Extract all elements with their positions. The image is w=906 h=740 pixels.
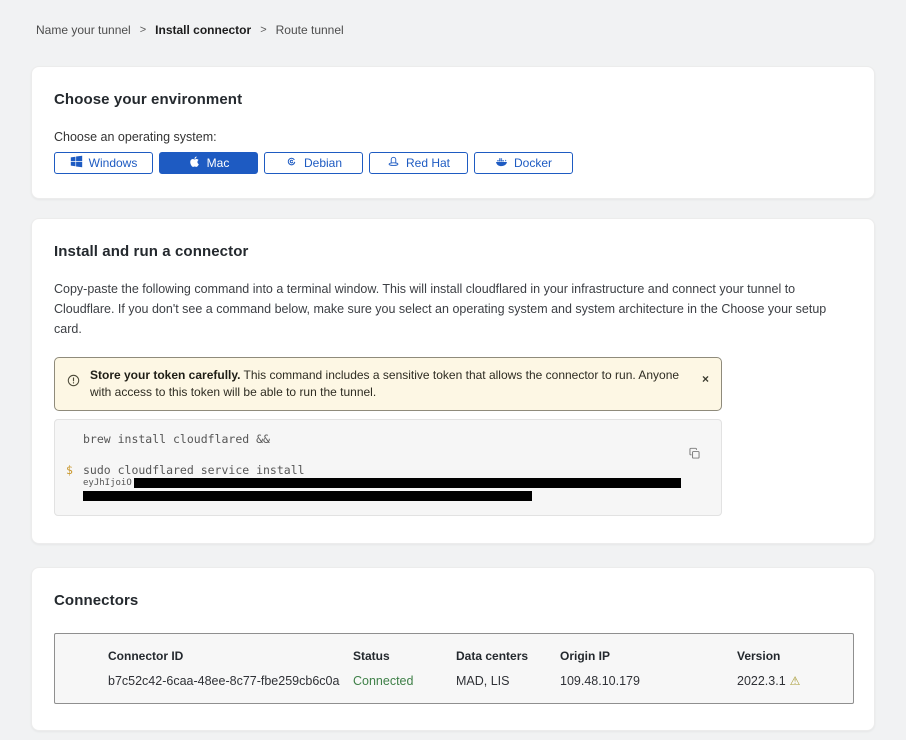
os-button-label: Windows <box>89 156 138 170</box>
docker-logo-icon <box>495 155 508 171</box>
version-number: 2022.3.1 <box>737 674 786 688</box>
redhat-logo-icon <box>387 155 400 171</box>
header-data-centers: Data centers <box>456 649 560 663</box>
os-select-label: Choose an operating system: <box>54 130 852 144</box>
code-line-token: eyJhIjoiO <box>83 478 681 488</box>
copy-icon[interactable] <box>688 447 701 460</box>
os-button-label: Red Hat <box>406 156 450 170</box>
status-badge: Connected <box>353 674 456 688</box>
environment-card-title: Choose your environment <box>54 91 852 108</box>
os-button-label: Debian <box>304 156 342 170</box>
os-button-mac[interactable]: Mac <box>159 152 258 174</box>
breadcrumb: Name your tunnel > Install connector > R… <box>36 23 875 37</box>
apple-logo-icon <box>188 155 201 171</box>
breadcrumb-separator: > <box>140 24 146 36</box>
breadcrumb-install-connector[interactable]: Install connector <box>155 23 251 37</box>
warning-text: Store your token carefully.This command … <box>90 367 688 401</box>
warning-text-bold: Store your token carefully. <box>90 368 241 382</box>
connectors-table-header: Connector ID Status Data centers Origin … <box>108 649 853 663</box>
code-line-brew: brew install cloudflared && <box>83 432 681 447</box>
redacted-token-bar <box>83 491 532 501</box>
windows-logo-icon <box>70 155 83 171</box>
breadcrumb-separator: > <box>260 24 266 36</box>
data-centers-value: MAD, LIS <box>456 674 560 688</box>
redacted-token-bar <box>134 478 681 488</box>
install-command-codeblock[interactable]: $ brew install cloudflared && sudo cloud… <box>54 419 722 516</box>
os-button-debian[interactable]: Debian <box>264 152 363 174</box>
os-button-redhat[interactable]: Red Hat <box>369 152 468 174</box>
debian-logo-icon <box>285 155 298 171</box>
header-version: Version <box>737 649 855 663</box>
header-status: Status <box>353 649 456 663</box>
breadcrumb-name-your-tunnel[interactable]: Name your tunnel <box>36 23 131 37</box>
header-connector-id: Connector ID <box>108 649 353 663</box>
os-button-label: Docker <box>514 156 552 170</box>
token-warning-banner: Store your token carefully.This command … <box>54 357 722 411</box>
os-button-windows[interactable]: Windows <box>54 152 153 174</box>
os-button-label: Mac <box>207 156 230 170</box>
version-value: 2022.3.1 ⚠ <box>737 674 855 688</box>
environment-card: Choose your environment Choose an operat… <box>31 66 875 199</box>
tunnel-setup-page: Name your tunnel > Install connector > R… <box>0 0 906 740</box>
connectors-table: Connector ID Status Data centers Origin … <box>54 633 854 704</box>
connector-id-value: b7c52c42-6caa-48ee-8c77-fbe259cb6c0a <box>108 674 353 688</box>
code-line-install: sudo cloudflared service install <box>83 463 681 477</box>
os-button-group: Windows Mac Debian Red Hat <box>54 152 852 174</box>
install-description: Copy-paste the following command into a … <box>54 279 852 339</box>
connectors-card-title: Connectors <box>54 592 852 609</box>
origin-ip-value: 109.48.10.179 <box>560 674 737 688</box>
header-origin-ip: Origin IP <box>560 649 737 663</box>
os-button-docker[interactable]: Docker <box>474 152 573 174</box>
table-row: b7c52c42-6caa-48ee-8c77-fbe259cb6c0a Con… <box>108 674 853 688</box>
info-circle-icon <box>67 374 80 387</box>
install-card-title: Install and run a connector <box>54 243 852 260</box>
breadcrumb-route-tunnel[interactable]: Route tunnel <box>276 23 344 37</box>
shell-prompt: $ <box>66 463 73 477</box>
connectors-card: Connectors Connector ID Status Data cent… <box>31 567 875 731</box>
close-icon[interactable]: × <box>702 373 709 385</box>
token-prefix: eyJhIjoiO <box>83 478 132 488</box>
version-warning-icon: ⚠ <box>790 675 801 687</box>
install-card: Install and run a connector Copy-paste t… <box>31 218 875 544</box>
